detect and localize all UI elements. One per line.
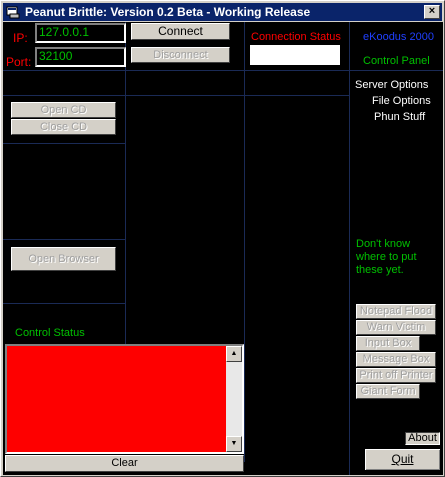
divider [244, 22, 245, 462]
main-window: Peanut Brittle: Version 0.2 Beta - Worki… [0, 0, 445, 477]
divider [3, 95, 349, 96]
file-options-item[interactable]: File Options [372, 95, 431, 107]
message-box-label: Message Box [362, 353, 430, 365]
warn-victim-button[interactable]: Warn Victim [356, 320, 436, 335]
print-off-printer-button[interactable]: Print off Printer [356, 368, 436, 383]
control-status-title: Control Status [15, 327, 85, 339]
divider [3, 239, 125, 240]
connection-status-title: Connection Status [251, 31, 341, 43]
connect-button[interactable]: Connect [131, 23, 230, 40]
title-bar[interactable]: Peanut Brittle: Version 0.2 Beta - Worki… [3, 3, 442, 21]
close-button[interactable]: × [424, 5, 440, 19]
divider [349, 22, 350, 475]
about-label: About [408, 432, 437, 444]
clear-button[interactable]: Clear [5, 455, 244, 472]
port-value: 32100 [39, 49, 73, 63]
open-browser-label: Open Browser [28, 253, 99, 265]
close-cd-label: Close CD [39, 121, 88, 133]
app-icon [6, 6, 20, 19]
author-label: eKoodus 2000 [363, 31, 434, 43]
input-box-label: Input Box [364, 337, 412, 349]
about-button[interactable]: About [405, 432, 440, 445]
open-cd-button[interactable]: Open CD [11, 102, 116, 118]
scroll-up-icon[interactable]: ▲ [226, 346, 242, 362]
quit-label: Quit [391, 452, 414, 466]
phun-stuff-item[interactable]: Phun Stuff [374, 111, 425, 123]
control-panel-title: Control Panel [363, 55, 430, 67]
giant-form-button[interactable]: Giant Form [356, 384, 420, 399]
ip-label: IP: [13, 31, 28, 45]
input-box-button[interactable]: Input Box [356, 336, 420, 351]
scroll-down-icon[interactable]: ▼ [226, 436, 242, 452]
open-cd-label: Open CD [40, 104, 87, 116]
disconnect-label: Disconnect [153, 49, 208, 61]
console-scrollbar[interactable]: ▲ ▼ [226, 346, 242, 452]
divider [125, 22, 126, 344]
divider [3, 303, 125, 304]
giant-form-label: Giant Form [360, 385, 416, 397]
connection-status-field [250, 45, 340, 65]
message-box-button[interactable]: Message Box [356, 352, 436, 367]
print-off-printer-label: Print off Printer [359, 369, 433, 381]
server-options-item[interactable]: Server Options [355, 79, 428, 91]
notepad-flood-button[interactable]: Notepad Flood [356, 304, 436, 319]
port-label: Port: [6, 55, 32, 69]
misc-note: Don't know where to put these yet. [356, 238, 417, 276]
open-browser-button[interactable]: Open Browser [11, 247, 116, 271]
divider [3, 70, 443, 71]
disconnect-button[interactable]: Disconnect [131, 47, 230, 63]
port-input[interactable]: 32100 [35, 47, 126, 67]
close-cd-button[interactable]: Close CD [11, 119, 116, 135]
warn-victim-label: Warn Victim [366, 321, 426, 333]
divider [3, 143, 125, 144]
quit-button[interactable]: Quit [364, 448, 441, 471]
ip-input[interactable]: 127.0.0.1 [35, 23, 126, 43]
window-title: Peanut Brittle: Version 0.2 Beta - Worki… [25, 5, 311, 19]
control-status-console[interactable]: ▲ ▼ [5, 344, 244, 454]
notepad-flood-label: Notepad Flood [359, 305, 433, 317]
client-area: IP: 127.0.0.1 Port: 32100 Connect Discon… [3, 22, 443, 475]
close-icon: × [428, 5, 436, 17]
ip-value: 127.0.0.1 [39, 25, 90, 39]
